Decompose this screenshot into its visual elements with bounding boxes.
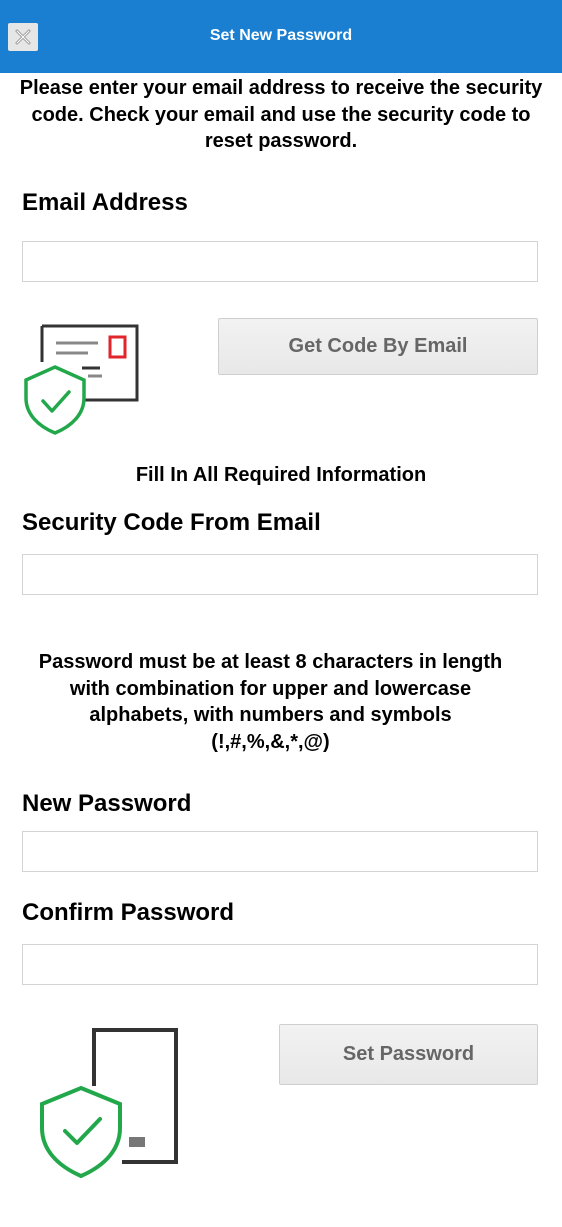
- page-title: Set New Password: [209, 27, 353, 44]
- security-code-label: Security Code From Email: [22, 509, 321, 536]
- email-shield-icon: [24, 324, 139, 435]
- get-code-button[interactable]: Get Code By Email: [218, 318, 538, 375]
- confirm-password-field[interactable]: [22, 944, 538, 985]
- phone-shield-icon: [40, 1028, 178, 1179]
- password-rules-line-2: with combination for upper and lowercase: [69, 677, 472, 700]
- intro-text: Please enter your email address to recei…: [0, 75, 562, 155]
- password-rules-line-4: (!,#,%,&,*,@): [211, 730, 330, 753]
- intro-line-1: Please enter your email address to recei…: [19, 77, 543, 99]
- intro-line-3: reset password.: [204, 130, 358, 152]
- header-bar: Set New Password: [0, 0, 562, 73]
- password-rules-line-1: Password must be at least 8 characters i…: [38, 651, 503, 673]
- required-notice: Fill In All Required Information: [135, 464, 427, 486]
- password-rules: Password must be at least 8 characters i…: [0, 649, 541, 755]
- new-password-field[interactable]: [22, 831, 538, 872]
- intro-line-2: code. Check your email and use the secur…: [31, 103, 531, 126]
- email-field[interactable]: [22, 241, 538, 282]
- set-password-button[interactable]: Set Password: [279, 1024, 538, 1085]
- security-code-field[interactable]: [22, 554, 538, 595]
- password-rules-line-3: alphabets, with numbers and symbols: [89, 704, 452, 726]
- email-label: Email Address: [22, 189, 188, 216]
- new-password-label: New Password: [22, 790, 192, 817]
- confirm-password-label: Confirm Password: [22, 899, 235, 926]
